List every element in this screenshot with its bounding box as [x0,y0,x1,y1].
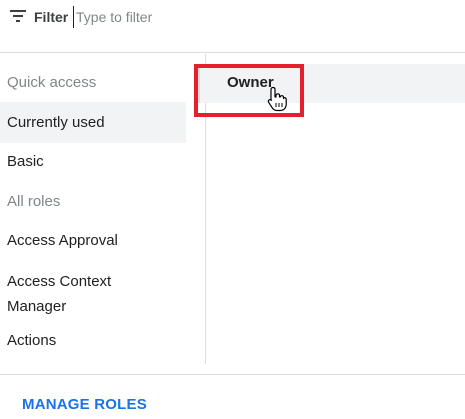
category-item-access-context-manager[interactable]: Access Context Manager [0,269,186,319]
filter-label: Filter [34,9,69,25]
role-item-accent [196,64,200,103]
footer: MANAGE ROLES [0,374,465,419]
category-item-actions[interactable]: Actions [0,331,186,351]
category-item-label-line2: Manager [7,298,67,315]
category-item-label-line1: Access Context [7,273,112,290]
manage-roles-button[interactable]: MANAGE ROLES [22,395,147,415]
filter-input[interactable] [73,6,276,28]
hand-pointer-cursor-icon [267,86,287,112]
role-item-owner[interactable]: Owner [196,64,465,103]
role-list: Owner [194,54,465,364]
role-picker-panel: Filter Quick access Currently used Basic… [0,0,465,419]
category-item-currently-used[interactable]: Currently used [0,102,186,143]
category-item-label: Currently used [7,113,105,131]
category-header-quick-access: Quick access [7,74,97,91]
category-header-all-roles: All roles [7,193,61,210]
category-item-access-approval[interactable]: Access Approval [0,231,186,251]
role-category-list: Quick access Currently used Basic All ro… [0,54,206,364]
filter-list-icon[interactable] [10,10,26,22]
category-item-basic[interactable]: Basic [0,152,186,172]
filter-bar: Filter [0,0,465,53]
